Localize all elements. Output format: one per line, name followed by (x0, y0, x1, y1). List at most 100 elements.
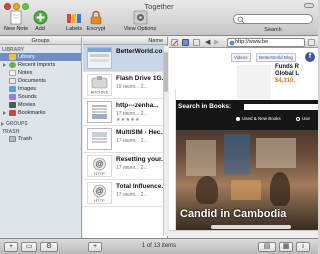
radio-other-label: Use (302, 116, 311, 121)
note-icon (8, 10, 24, 25)
documents-icon (9, 78, 16, 84)
radio-used-label: Used & New Books (242, 116, 281, 121)
app-window: Together New Note Add Labels Encrypt Vie… (0, 0, 318, 254)
trash-icon (9, 136, 16, 142)
sidebar-item-bookmarks[interactable]: Bookmarks (0, 109, 81, 117)
sidebar-item-movies[interactable]: Movies (0, 101, 81, 109)
list-item[interactable]: @ HTTP Total Influence... 17 июля... 2... (83, 180, 167, 207)
list-item-title: http---zenha... (116, 102, 159, 109)
action-menu-button[interactable]: ⚙ (40, 242, 58, 252)
sidebar-item-label: Documents (18, 78, 46, 84)
sounds-icon (9, 94, 16, 100)
rating-stars[interactable]: ★★★★★ (116, 117, 140, 123)
site-tab-blog[interactable]: BetterWorld Blog (256, 53, 296, 62)
disclosure-triangle-icon[interactable] (3, 111, 6, 115)
name-column-header[interactable]: Name (83, 37, 167, 45)
info-icon[interactable]: i (296, 242, 310, 252)
web-thumbnail-icon (87, 47, 112, 69)
funds-amount: $4,310, (275, 78, 296, 84)
http-link-icon: @ HTTP (87, 182, 112, 204)
bookmarks-icon (9, 110, 16, 116)
list-item[interactable]: http---zenha... 17 июля... 2... ★★★★★ (83, 99, 167, 126)
encrypt-label: Encrypt (86, 26, 106, 32)
list-item-title: MultiSIM - Hec... (116, 129, 166, 136)
svg-text:@: @ (95, 160, 103, 169)
list-item-title: Resetting your... (116, 156, 166, 163)
disclosure-triangle-icon[interactable] (3, 63, 6, 67)
funds-line-1: Funds R (275, 64, 299, 70)
forward-arrow-icon[interactable]: ▶ (214, 38, 219, 46)
photo-scrollbar[interactable] (211, 225, 291, 229)
thumb-label: HTTP (94, 171, 105, 176)
groups-sidebar: Groups LIBRARY Library Recent Imports No… (0, 37, 82, 238)
sidebar-item-label: Images (18, 86, 37, 92)
sidebar-item-trash[interactable]: Trash (0, 135, 81, 143)
search-input[interactable] (233, 14, 313, 24)
notes-icon (9, 70, 16, 76)
disclosure-triangle-icon[interactable] (1, 122, 4, 126)
url-text: http://www.be (235, 39, 269, 45)
site-header: Videos BetterWorld Blog f Funds R Global… (169, 49, 318, 101)
sidebar-item-sounds[interactable]: Sounds (0, 93, 81, 101)
list-item-title: Flash Drive 1G... (116, 75, 166, 82)
radio-other[interactable]: Use (296, 116, 310, 121)
featured-photo[interactable]: Candid in Cambodia (176, 130, 318, 230)
images-icon (9, 86, 16, 92)
view-mode-icon[interactable] (182, 39, 189, 46)
site-tab-videos[interactable]: Videos (231, 53, 251, 62)
sidebar-item-notes[interactable]: Notes (0, 69, 81, 77)
preview-horizontal-scrollbar[interactable] (169, 230, 318, 238)
list-item[interactable]: ARCHIVE Flash Drive 1G... 19 июля... 2..… (83, 72, 167, 99)
movies-icon (9, 102, 16, 108)
add-label: Add (35, 26, 45, 32)
list-item[interactable]: MultiSIM - Hec... 17 июля... 2... (83, 126, 167, 153)
edit-icon[interactable] (171, 39, 178, 46)
list-item-date: 17 июля... 2... (116, 192, 148, 198)
sidebar-item-recent-imports[interactable]: Recent Imports (0, 61, 81, 69)
url-field[interactable]: http://www.be (227, 38, 305, 47)
list-scrollbar[interactable] (163, 46, 168, 236)
sidebar-item-documents[interactable]: Documents (0, 77, 81, 85)
add-group-button[interactable]: + (4, 242, 18, 252)
toolbar-toggle-button[interactable] (304, 3, 314, 8)
list-item[interactable]: @ HTTP Resetting your... 17 июля... 2... (83, 153, 167, 180)
funds-line-2: Global L (275, 71, 299, 77)
back-arrow-icon[interactable]: ◀ (205, 38, 210, 46)
list-view-icon[interactable]: ▦ (279, 242, 293, 252)
add-button[interactable]: Add (24, 10, 56, 32)
funds-raised-text: Funds R Global L $4,310, (275, 64, 299, 85)
library-section-title: LIBRARY (2, 47, 25, 53)
web-preview-pane: ◀ ▶ http://www.be Videos BetterWorld Blo… (169, 37, 318, 238)
site-banner (237, 65, 271, 99)
sidebar-item-images[interactable]: Images (0, 85, 81, 93)
book-search-input[interactable] (244, 104, 318, 110)
globe-icon (229, 40, 235, 46)
photo-caption: Candid in Cambodia (180, 208, 287, 220)
keyboard-icon[interactable]: ▤ (258, 242, 276, 252)
radio-used-new[interactable]: Used & New Books (236, 116, 281, 121)
list-item-title: Total Influence... (116, 183, 166, 190)
groups-header[interactable]: Groups (0, 37, 81, 45)
svg-text:@: @ (95, 187, 103, 196)
book-search-band: Search in Books: Used & New Books Use (176, 100, 318, 130)
folder-icon[interactable]: ▭ (21, 242, 37, 252)
facebook-icon[interactable]: f (305, 52, 315, 62)
groups-section-title[interactable]: GROUPS (0, 119, 81, 127)
lock-icon (88, 10, 104, 25)
encrypt-button[interactable]: Encrypt (80, 10, 112, 32)
list-item-date: 19 июля... 2... (116, 84, 148, 90)
add-item-button[interactable]: + (88, 242, 102, 252)
view-options-button[interactable]: View Options (118, 10, 162, 32)
list-item[interactable]: BetterWorld.co... (83, 45, 167, 72)
open-in-browser-icon[interactable] (308, 39, 315, 46)
recent-imports-icon (9, 62, 16, 68)
list-item-date: 17 июля... 2... (116, 138, 148, 144)
page-left-edge (169, 89, 176, 238)
image-icon[interactable] (193, 39, 200, 46)
http-link-icon: @ HTTP (87, 155, 112, 177)
sidebar-item-label: Library (18, 54, 35, 60)
sidebar-item-library[interactable]: Library (0, 53, 81, 61)
list-item-title: BetterWorld.co... (116, 48, 166, 55)
trash-section-title: TRASH (2, 129, 20, 135)
radio-unselected-icon (296, 116, 300, 121)
